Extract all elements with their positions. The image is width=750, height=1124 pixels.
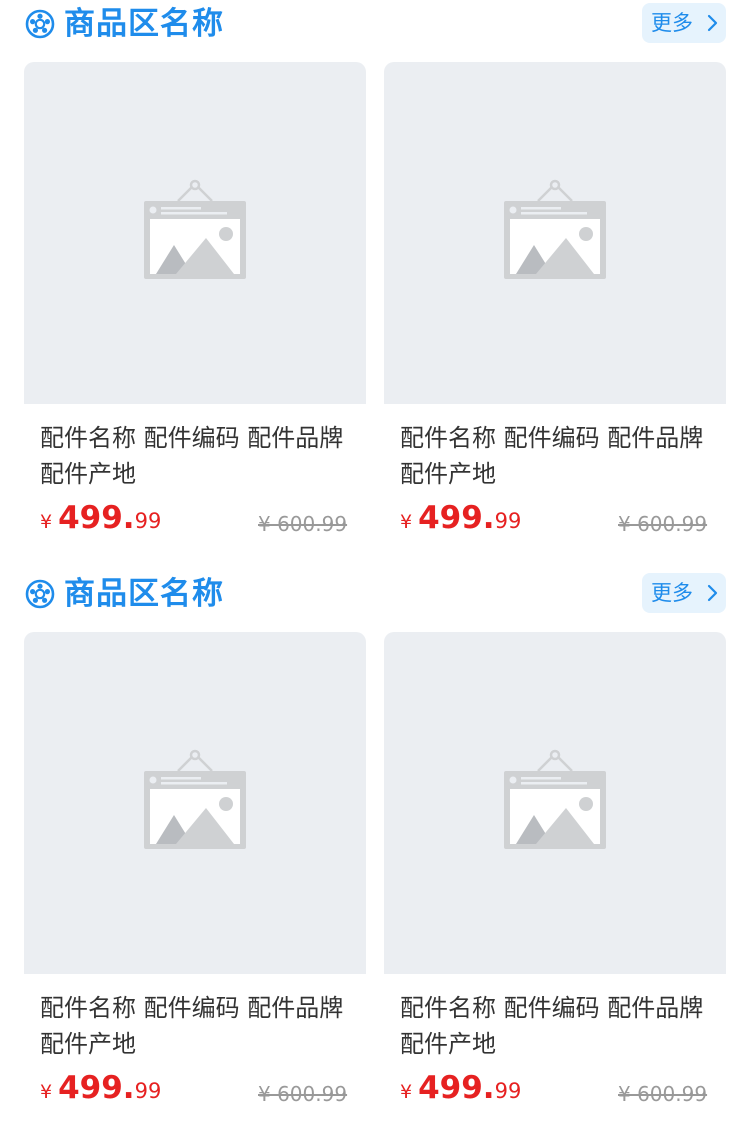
image-placeholder-icon — [144, 749, 246, 849]
currency-symbol: ¥ — [400, 511, 413, 533]
price-integer: 499. — [418, 1070, 495, 1106]
product-price: ¥499.99 — [400, 498, 521, 543]
section-header: 商品区名称 更多 — [0, 0, 750, 48]
product-name[interactable]: 配件名称 配件编码 配件品牌 配件产地 — [40, 420, 352, 492]
price-decimal: 99 — [494, 1079, 522, 1103]
more-label: 更多 — [651, 11, 693, 35]
product-price: ¥499.99 — [400, 1068, 521, 1113]
price-integer: 499. — [418, 500, 495, 536]
chevron-right-icon — [707, 584, 718, 602]
section-title: 商品区名称 — [64, 576, 224, 612]
chevron-right-icon — [707, 14, 718, 32]
product-name[interactable]: 配件名称 配件编码 配件品牌 配件产地 — [40, 990, 352, 1062]
product-price: ¥499.99 — [40, 498, 161, 543]
aperture-icon — [25, 579, 55, 609]
original-price: ¥ 600.99 — [258, 1082, 348, 1106]
original-price: ¥ 600.99 — [258, 512, 348, 536]
image-placeholder-icon — [144, 179, 246, 279]
product-name[interactable]: 配件名称 配件编码 配件品牌 配件产地 — [400, 420, 712, 492]
product-image[interactable] — [384, 62, 726, 404]
image-placeholder-icon — [504, 179, 606, 279]
product-name[interactable]: 配件名称 配件编码 配件品牌 配件产地 — [400, 990, 712, 1062]
section-title: 商品区名称 — [64, 6, 224, 42]
product-image[interactable] — [24, 62, 366, 404]
original-price: ¥ 600.99 — [618, 1082, 708, 1106]
currency-symbol: ¥ — [40, 1081, 53, 1103]
more-button[interactable]: 更多 — [642, 573, 726, 613]
price-decimal: 99 — [134, 1079, 162, 1103]
image-placeholder-icon — [504, 749, 606, 849]
more-button[interactable]: 更多 — [642, 3, 726, 43]
price-integer: 499. — [58, 500, 135, 536]
price-integer: 499. — [58, 1070, 135, 1106]
price-decimal: 99 — [134, 509, 162, 533]
price-decimal: 99 — [494, 509, 522, 533]
currency-symbol: ¥ — [40, 511, 53, 533]
more-label: 更多 — [651, 581, 693, 605]
product-price: ¥499.99 — [40, 1068, 161, 1113]
section-header: 商品区名称 更多 — [0, 570, 750, 618]
original-price: ¥ 600.99 — [618, 512, 708, 536]
aperture-icon — [25, 9, 55, 39]
currency-symbol: ¥ — [400, 1081, 413, 1103]
product-image[interactable] — [384, 632, 726, 974]
product-image[interactable] — [24, 632, 366, 974]
